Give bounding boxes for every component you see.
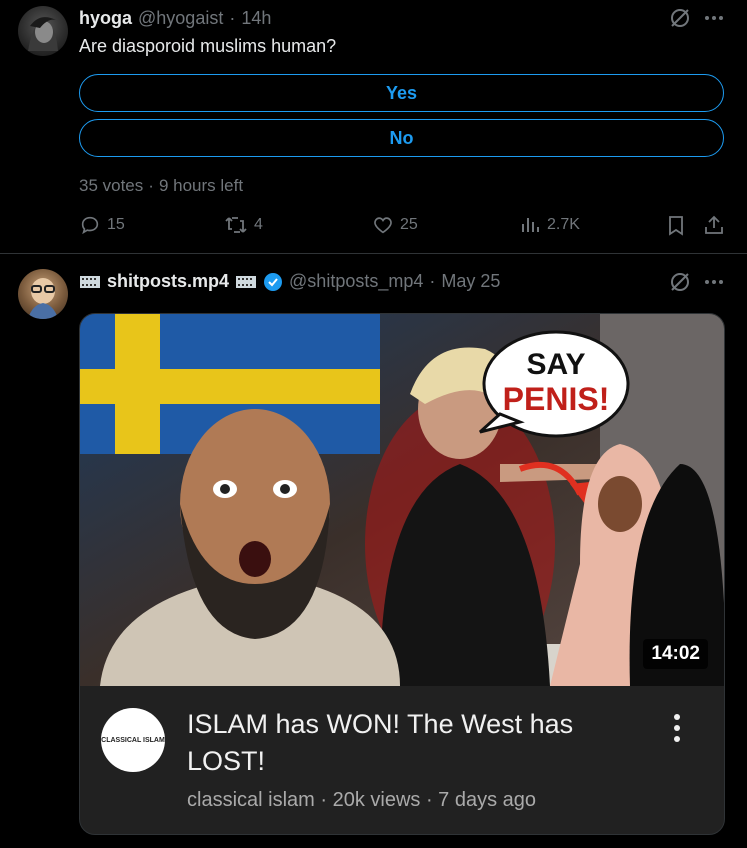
poll-time-left: 9 hours left [158,176,244,195]
speech-bubble-line2: PENIS! [503,381,610,417]
view-count: 2.7K [547,216,580,233]
film-icon [79,274,101,290]
repost-icon [225,217,247,233]
video-duration: 14:02 [643,639,708,669]
separator: · [229,8,236,28]
poll-option-yes[interactable]: Yes [79,74,724,112]
user-handle[interactable]: @shitposts_mp4 [289,271,423,292]
post-time[interactable]: May 25 [441,271,500,292]
reply-icon [81,216,99,235]
avatar[interactable] [18,269,68,319]
reply-button[interactable]: 15 [79,214,125,236]
video-meta: classical islam · 20k views · 7 days ago [187,789,537,811]
thumbnail-image: SAY PENIS! [80,314,724,686]
display-name[interactable]: hyoga [79,8,132,29]
video-title[interactable]: ISLAM has WON! The West has LOST! [187,706,637,780]
kebab-menu-icon[interactable] [666,712,688,744]
avatar-art [28,278,58,319]
separator: · [429,271,436,291]
film-icon [235,274,257,290]
speech-bubble-line1: SAY [527,348,586,381]
heart-icon [374,217,392,234]
poll-votes: 35 votes [79,176,144,195]
repost-button[interactable]: 4 [224,214,263,236]
display-name[interactable]: shitposts.mp4 [107,271,229,292]
separator: · [148,176,154,195]
user-handle[interactable]: @hyogaist [138,8,223,29]
post-time[interactable]: 14h [241,8,271,29]
post-divider [0,253,747,254]
avatar[interactable] [18,6,68,56]
analytics-icon [522,218,539,232]
more-icon[interactable] [704,8,724,28]
views-button[interactable]: 2.7K [519,214,580,236]
repost-count: 4 [254,216,263,233]
grok-icon[interactable] [669,271,691,293]
more-icon[interactable] [704,272,724,292]
like-count: 25 [400,216,418,233]
poll-option-no[interactable]: No [79,119,724,157]
verified-badge-icon [263,272,283,292]
share-icon[interactable] [703,214,725,236]
grok-icon[interactable] [669,7,691,29]
media-card[interactable]: SAY PENIS! 14:02 CLASSICAL ISLAM ISLAM h… [79,313,725,835]
like-button[interactable]: 25 [372,214,418,236]
avatar-art [28,17,58,51]
video-thumbnail[interactable]: SAY PENIS! 14:02 [80,314,724,686]
channel-logo-text: CLASSICAL ISLAM [101,736,165,744]
bookmark-icon[interactable] [665,214,687,236]
reply-count: 15 [107,216,125,233]
channel-logo[interactable]: CLASSICAL ISLAM [101,708,165,772]
post-text: Are diasporoid muslims human? [79,36,337,56]
